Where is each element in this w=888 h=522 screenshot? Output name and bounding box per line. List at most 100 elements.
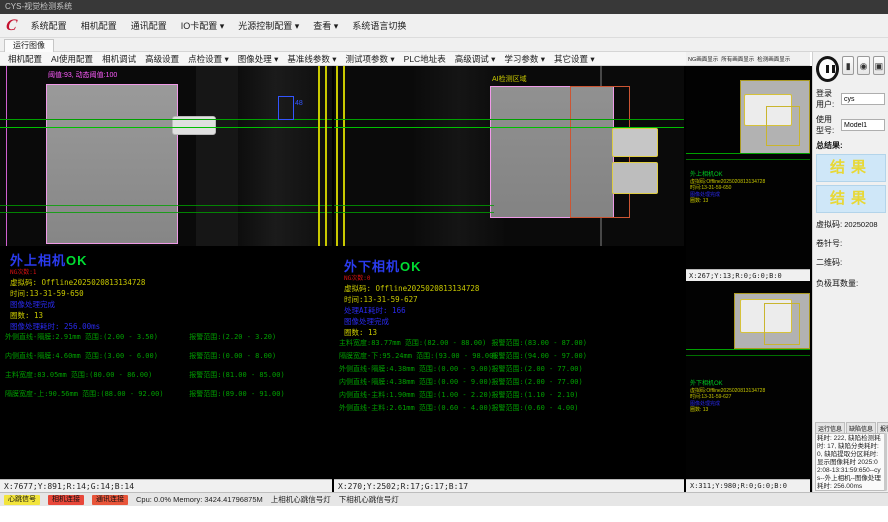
- lens-icon: ◉: [860, 61, 868, 71]
- left-img-streak: [196, 66, 238, 246]
- status-bar: 心跳信号 相机连接 通讯连接 Cpu: 0.0% Memory: 3424.41…: [0, 492, 888, 506]
- result-box-bottom: 结果: [816, 185, 886, 213]
- mid-tab-blob-2: [612, 162, 658, 194]
- menu-view[interactable]: 查看 ▾: [313, 19, 338, 32]
- middle-overlay-info: 外下相机OK NG次数:0 虚拟码: Offline20250208131347…: [344, 256, 479, 338]
- measurement-text: 隔膜宽度-下:95.24mm 范围:(93.00 - 98.00): [339, 351, 498, 361]
- alarm-range: 报警范围:(2.00 - 77.00): [492, 377, 583, 387]
- measurement-text: 内侧直线-隔膜:4.60mm 范围:(3.00 - 6.00): [5, 351, 158, 361]
- tool-test-params[interactable]: 测试项参数 ▾: [346, 53, 395, 65]
- mid-green-line-2: [334, 127, 684, 128]
- tool-advanced-settings[interactable]: 高级设置: [145, 53, 179, 65]
- left-edge-line: [6, 66, 7, 246]
- left-green-line-3: [0, 205, 332, 206]
- left-material-slab: [46, 84, 178, 244]
- cpu-memory-status: Cpu: 0.0% Memory: 3424.41796875M: [136, 495, 263, 504]
- login-user-label: 登录用户:: [816, 88, 839, 110]
- left-camera-result: OK: [66, 253, 88, 268]
- tool-image-processing[interactable]: 图像处理 ▾: [238, 53, 279, 65]
- left-process-done: 图像处理完成: [10, 299, 145, 310]
- camera-connect-badge: 相机连接: [48, 495, 84, 505]
- middle-camera-title: 外下相机OK: [344, 256, 479, 275]
- total-result-label: 总结果:: [816, 140, 885, 151]
- thumb1-green-line-1: [686, 153, 810, 154]
- thumbnail-panel: 外上相机OK 虚拟码:Offline2025020813134728 时间:13…: [686, 66, 810, 492]
- middle-camera-view: AI检测区域 外下相机OK NG次数:0 虚拟码: Offline2025020…: [334, 66, 684, 492]
- thumb-tab-detect[interactable]: 检测画面显示: [757, 55, 790, 63]
- tool-learning-params[interactable]: 学习参数 ▾: [504, 53, 545, 65]
- left-camera-image[interactable]: 48 阈值:93, 动态阈值:100: [0, 66, 332, 246]
- menu-system-config[interactable]: 系统配置: [31, 19, 67, 32]
- menu-camera-config[interactable]: 相机配置: [81, 19, 117, 32]
- middle-measurements: 主料宽度:83.77mm 范围:(82.00 - 88.00) 报警范围:(83…: [334, 338, 684, 416]
- thumb-tab-all[interactable]: 所有画面显示: [721, 55, 754, 63]
- login-user-input[interactable]: [841, 93, 885, 105]
- tool-camera-debug[interactable]: 相机调试: [102, 53, 136, 65]
- tool-camera-config[interactable]: 相机配置: [8, 53, 42, 65]
- middle-camera-name: 外下相机: [344, 259, 400, 274]
- alarm-range: 报警范围:(81.00 - 85.00): [189, 370, 284, 380]
- mid-yellow-line-1: [336, 66, 338, 246]
- thumbnail-bottom-camera[interactable]: 外下相机OK 虚拟码:Offline2025020813134728 时间:13…: [686, 281, 810, 479]
- measurement-text: 外侧直线-隔膜:2.91mm 范围:(2.00 - 3.50): [5, 332, 158, 342]
- thumb2-green-line-2: [686, 355, 810, 356]
- save-image-button[interactable]: ▣: [873, 56, 885, 75]
- middle-camera-result: OK: [400, 259, 422, 274]
- measurement-text: 主料宽度:83.77mm 范围:(82.00 - 88.00): [339, 338, 486, 348]
- camera-capture-button[interactable]: ▮: [842, 56, 854, 75]
- middle-camera-image[interactable]: AI检测区域: [334, 66, 684, 246]
- virtual-code-label: 虚拟码:: [816, 219, 842, 230]
- middle-loop-count: 圈数: 13: [344, 327, 479, 338]
- toolbar: 相机配置 AI使用配置 相机调试 高级设置 点检设置 ▾ 图像处理 ▾ 基准线参…: [0, 52, 686, 66]
- alarm-range: 报警范围:(2.20 - 3.20): [189, 332, 276, 342]
- tool-ai-use-config[interactable]: AI使用配置: [51, 53, 93, 65]
- measurement-text: 内侧直线-主料:1.90mm 范围:(1.00 - 2.20): [339, 390, 492, 400]
- thumb2-loops: 圈数: 13: [690, 407, 765, 414]
- left-yellow-line-2: [325, 66, 327, 246]
- left-blue-marker-box: [278, 96, 294, 120]
- thumb2-roi: [764, 303, 800, 345]
- mid-yellow-line-2: [343, 66, 345, 246]
- tool-baseline-params[interactable]: 基准线参数 ▾: [287, 53, 336, 65]
- model-input[interactable]: [841, 119, 885, 131]
- middle-ng-count: NG次数:0: [344, 275, 479, 283]
- alarm-range: 报警范围:(94.00 - 97.00): [492, 351, 587, 361]
- pause-button[interactable]: [816, 56, 839, 82]
- middle-virtual-code: 虚拟码: Offline2025020813134728: [344, 283, 479, 294]
- thumb1-loops: 圈数: 13: [690, 198, 765, 205]
- thumb-tab-ng[interactable]: NG画面显示: [688, 55, 718, 63]
- measurement-row: 隔膜宽度-下:95.24mm 范围:(93.00 - 98.00) 报警范围:(…: [334, 351, 684, 364]
- tool-spot-check[interactable]: 点检设置 ▾: [188, 53, 229, 65]
- thumbnail-top-camera[interactable]: 外上相机OK 虚拟码:Offline2025020813134728 时间:13…: [686, 66, 810, 269]
- thumb1-roi: [766, 106, 800, 146]
- thumb1-green-line-2: [686, 159, 810, 160]
- log-scrollbar[interactable]: [884, 433, 887, 491]
- menu-light-config[interactable]: 光源控制配置 ▾: [238, 19, 299, 32]
- measurement-row: 主料宽度:83.05mm 范围:(80.00 - 86.00) 报警范围:(81…: [0, 370, 332, 389]
- menu-io-config[interactable]: IO卡配置 ▾: [181, 19, 225, 32]
- alarm-range: 报警范围:(89.00 - 91.00): [189, 389, 284, 399]
- main-area: 48 阈值:93, 动态阈值:100 外上相机OK NG次数:1 虚拟码: Of…: [0, 66, 812, 492]
- upper-camera-heartbeat-label: 上相机心跳信号灯: [271, 494, 331, 505]
- app-logo-icon: C: [5, 16, 18, 36]
- alarm-range: 报警范围:(0.00 - 8.00): [189, 351, 276, 361]
- pause-icon: [826, 65, 829, 73]
- middle-coords-bar: X:270;Y:2502;R:17;G:17;B:17: [334, 479, 684, 492]
- menu-comm-config[interactable]: 通讯配置: [131, 19, 167, 32]
- measurement-text: 内侧直线-隔膜:4.38mm 范围:(0.00 - 9.00): [339, 377, 492, 387]
- mid-green-line-1: [334, 119, 684, 120]
- lower-camera-heartbeat-label: 下相机心跳信号灯: [339, 494, 399, 505]
- tool-advanced-debug[interactable]: 高级调试 ▾: [455, 53, 496, 65]
- tab-run-image[interactable]: 运行图像: [4, 39, 54, 53]
- tool-other-settings[interactable]: 其它设置 ▾: [554, 53, 595, 65]
- left-threshold-annotation: 阈值:93, 动态阈值:100: [48, 70, 117, 80]
- camera-lens-button[interactable]: ◉: [857, 56, 869, 75]
- measurement-row: 内侧直线-主料:1.90mm 范围:(1.00 - 2.20) 报警范围:(1.…: [334, 390, 684, 403]
- left-blue-marker-label: 48: [295, 100, 303, 107]
- menu-language-switch[interactable]: 系统语言切换: [352, 19, 406, 32]
- measurement-text: 外侧直线-隔膜:4.38mm 范围:(0.00 - 9.00): [339, 364, 492, 374]
- left-green-line-2: [0, 127, 332, 128]
- tab-strip: 运行图像: [0, 38, 888, 52]
- tool-plc-address[interactable]: PLC地址表: [404, 53, 446, 65]
- left-loop-count: 圈数: 13: [10, 310, 145, 321]
